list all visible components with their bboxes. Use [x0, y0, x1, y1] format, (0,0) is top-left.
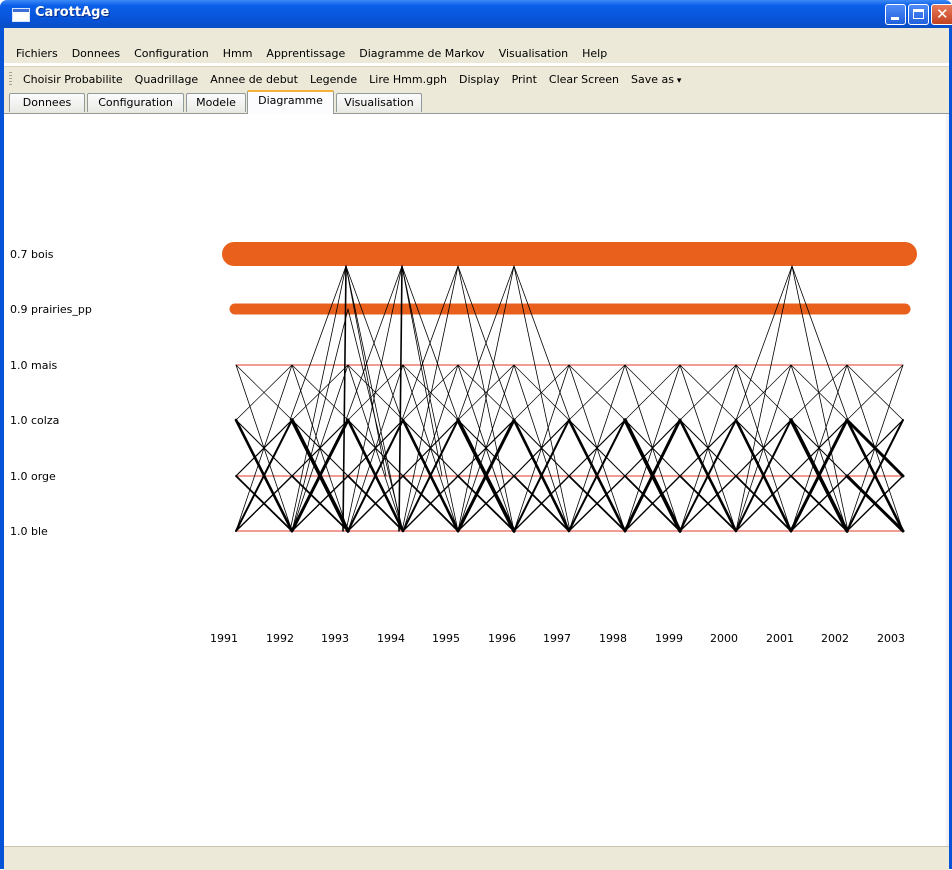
year-label-2000: 2000	[710, 632, 738, 645]
menu-help[interactable]: Help	[575, 47, 614, 60]
state-label-orge: 1.0 orge	[10, 470, 56, 483]
menu-hmm[interactable]: Hmm	[216, 47, 260, 60]
window-title: CarottAge	[35, 5, 110, 20]
minimize-icon	[891, 17, 899, 20]
menu-apprentissage[interactable]: Apprentissage	[259, 47, 352, 60]
tab-diagramme[interactable]: Diagramme	[247, 90, 334, 114]
tab-visualisation[interactable]: Visualisation	[336, 93, 422, 112]
annee-de-debut-button[interactable]: Annee de debut	[204, 73, 304, 86]
display-button[interactable]: Display	[453, 73, 506, 86]
tab-strip: Donnees Configuration Modele Diagramme V…	[4, 90, 949, 114]
state-label-prairies_pp: 0.9 prairies_pp	[10, 303, 92, 316]
clear-screen-button[interactable]: Clear Screen	[543, 73, 625, 86]
menu-fichiers[interactable]: Fichiers	[4, 47, 65, 60]
year-label-1998: 1998	[599, 632, 627, 645]
state-label-ble: 1.0 ble	[10, 525, 48, 538]
year-label-2002: 2002	[821, 632, 849, 645]
status-bar	[4, 846, 949, 870]
tab-modele[interactable]: Modele	[186, 93, 246, 112]
print-button[interactable]: Print	[506, 73, 543, 86]
state-label-bois: 0.7 bois	[10, 248, 54, 261]
transition-edge	[291, 308, 349, 532]
year-label-2003: 2003	[877, 632, 905, 645]
app-icon	[12, 8, 30, 22]
choisir-probabilite-button[interactable]: Choisir Probabilite	[17, 73, 129, 86]
markov-diagram: 0.7 bois 0.9 prairies_pp 1.0 mais 1.0 colza…	[10, 242, 917, 645]
year-label-1994: 1994	[377, 632, 405, 645]
quadrillage-button[interactable]: Quadrillage	[129, 73, 205, 86]
maximize-icon	[913, 9, 924, 19]
maximize-button[interactable]	[908, 4, 929, 25]
toolbar: Choisir Probabilite Quadrillage Annee de…	[4, 66, 949, 92]
close-icon: ✕	[936, 5, 949, 23]
menu-visualisation[interactable]: Visualisation	[492, 47, 575, 60]
state-label-colza: 1.0 colza	[10, 414, 59, 427]
title-bar: CarottAge ✕	[0, 0, 952, 28]
state-label-mais: 1.0 mais	[10, 359, 58, 372]
panel-edge	[946, 114, 949, 846]
minimize-button[interactable]	[885, 4, 906, 25]
transition-edge	[347, 308, 404, 532]
lire-hmm-button[interactable]: Lire Hmm.gph	[363, 73, 453, 86]
year-label-2001: 2001	[766, 632, 794, 645]
year-label-1999: 1999	[655, 632, 683, 645]
close-button[interactable]: ✕	[931, 4, 952, 25]
year-label-1991: 1991	[210, 632, 238, 645]
menu-diagramme-de-markov[interactable]: Diagramme de Markov	[352, 47, 491, 60]
menu-donnees[interactable]: Donnees	[65, 47, 127, 60]
year-label-1995: 1995	[432, 632, 460, 645]
menu-bar: Fichiers Donnees Configuration Hmm Appre…	[4, 43, 949, 63]
year-label-1996: 1996	[488, 632, 516, 645]
year-label-1997: 1997	[543, 632, 571, 645]
year-label-1992: 1992	[266, 632, 294, 645]
year-label-1993: 1993	[321, 632, 349, 645]
diagram-panel: 0.7 bois 0.9 prairies_pp 1.0 mais 1.0 colza…	[4, 114, 948, 846]
tab-donnees[interactable]: Donnees	[9, 93, 85, 112]
legende-button[interactable]: Legende	[304, 73, 363, 86]
tab-configuration[interactable]: Configuration	[87, 93, 184, 112]
toolbar-grip[interactable]	[9, 72, 12, 86]
menu-configuration[interactable]: Configuration	[127, 47, 216, 60]
menu-spacer	[4, 28, 949, 43]
save-as-dropdown[interactable]: Save as	[625, 73, 687, 86]
